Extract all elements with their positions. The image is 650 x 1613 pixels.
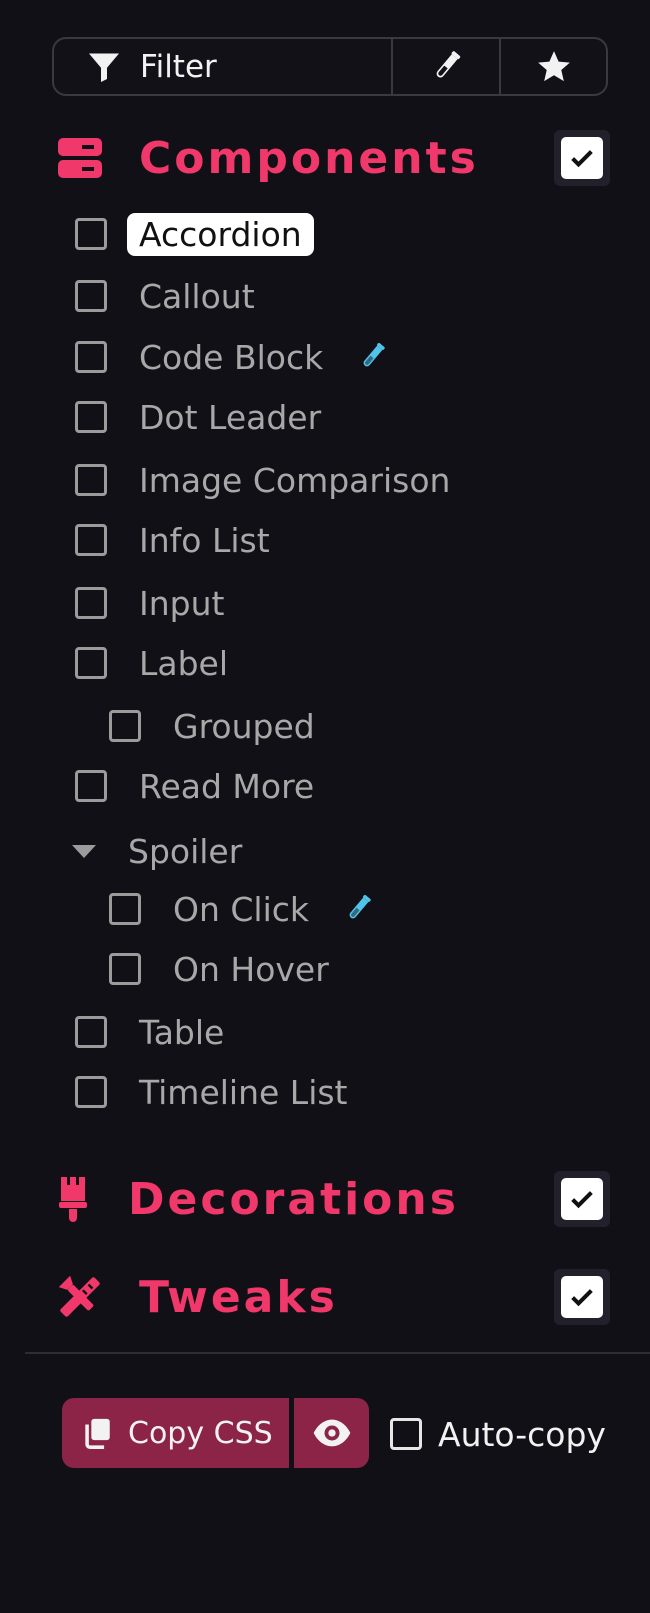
funnel-icon [89,53,119,82]
component-item-read-more[interactable]: Read More [75,761,314,811]
item-label: Code Block [139,337,324,377]
checkbox[interactable] [109,893,141,925]
component-item-code-block[interactable]: Code Block [75,332,389,382]
filter-button[interactable]: Filter [54,39,391,94]
item-label: Read More [139,766,315,806]
components-toggle-checkbox[interactable] [554,130,610,186]
tweaks-toggle-checkbox[interactable] [554,1269,610,1325]
caret-down-icon[interactable] [72,844,96,858]
item-label: Dot Leader [139,397,322,437]
checkbox[interactable] [75,341,107,373]
beaker-icon [349,894,371,919]
preview-button[interactable] [294,1398,369,1468]
section-components: Components [55,127,610,189]
component-item-label[interactable]: Label [75,638,228,688]
auto-copy-label: Auto-copy [438,1414,606,1454]
eye-icon [313,1419,350,1447]
item-label: Table [139,1012,225,1052]
checkbox[interactable] [75,647,107,679]
paintbrush-icon [50,1174,100,1224]
checkbox[interactable] [75,401,107,433]
server-icon [55,133,105,183]
component-item-accordion[interactable]: Accordion [75,209,314,259]
checkbox[interactable] [75,280,107,312]
experimental-toggle-button[interactable] [391,39,499,94]
divider [25,1352,650,1354]
item-label: On Click [173,889,310,929]
star-icon [537,50,570,81]
checkbox[interactable] [75,524,107,556]
item-label: Image Comparison [139,460,451,500]
checkbox[interactable] [109,953,141,985]
item-label: Callout [139,276,255,316]
item-label: Timeline List [139,1072,348,1112]
component-item-spoiler-on-hover[interactable]: On Hover [109,944,329,994]
checkbox[interactable] [75,1016,107,1048]
copy-icon [85,1418,110,1449]
decorations-toggle-checkbox[interactable] [554,1171,610,1227]
component-group-spoiler[interactable]: Spoiler [72,826,242,876]
component-item-label-grouped[interactable]: Grouped [109,701,315,751]
checkbox[interactable] [75,770,107,802]
beaker-icon [436,50,461,77]
component-item-input[interactable]: Input [75,578,224,628]
beaker-icon [363,342,385,367]
checkbox[interactable] [75,1076,107,1108]
group-label: Spoiler [128,831,243,871]
tools-icon [55,1272,105,1322]
component-item-spoiler-on-click[interactable]: On Click [109,884,375,934]
checkbox[interactable] [75,587,107,619]
component-item-table[interactable]: Table [75,1007,224,1057]
component-item-dot-leader[interactable]: Dot Leader [75,392,321,442]
item-label: Info List [139,520,270,560]
favorites-button[interactable] [499,39,606,94]
section-decorations: Decorations [50,1168,610,1230]
checkbox[interactable] [109,710,141,742]
item-label: Accordion [127,212,314,256]
checkbox[interactable] [75,218,107,250]
item-label: Label [139,643,229,683]
item-label: Input [139,583,225,623]
component-item-callout[interactable]: Callout [75,271,255,321]
component-item-info-list[interactable]: Info List [75,515,270,565]
section-tweaks: Tweaks [55,1266,610,1328]
component-item-image-comparison[interactable]: Image Comparison [75,455,450,505]
section-title-components: Components [139,132,479,184]
filter-label: Filter [140,48,217,85]
component-item-timeline-list[interactable]: Timeline List [75,1067,348,1117]
auto-copy-checkbox[interactable] [390,1418,422,1450]
copy-css-button[interactable]: Copy CSS [62,1398,289,1468]
item-label: On Hover [173,949,329,989]
checkbox[interactable] [75,464,107,496]
section-title-tweaks: Tweaks [139,1271,338,1323]
toolbar: Filter [52,37,608,96]
copy-css-label: Copy CSS [128,1415,273,1451]
item-label: Grouped [173,706,315,746]
section-title-decorations: Decorations [128,1173,459,1225]
auto-copy-toggle[interactable]: Auto-copy [390,1412,606,1456]
